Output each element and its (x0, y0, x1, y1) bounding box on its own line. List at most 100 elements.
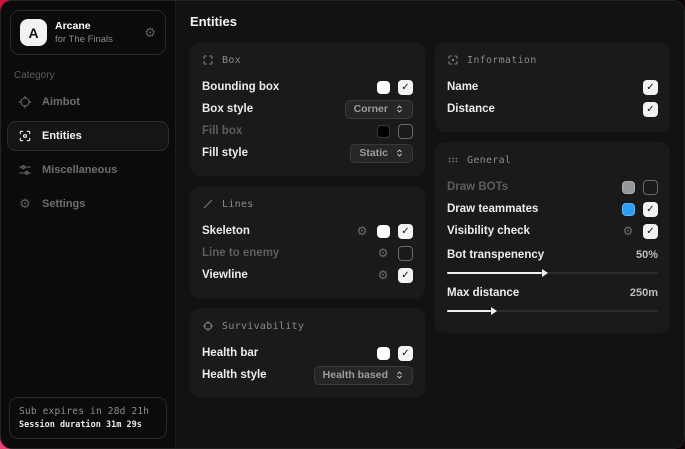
checkbox-checked[interactable]: ✓ (398, 224, 413, 239)
checkbox-checked[interactable]: ✓ (398, 268, 413, 283)
setting-row-skeleton: Skeleton ⚙ ✓ (202, 220, 413, 242)
bot-transparency-slider[interactable] (447, 272, 658, 274)
general-section-card: General Draw BOTs Draw teammates ✓ (435, 142, 670, 333)
checkbox-unchecked[interactable] (398, 246, 413, 261)
page-title: Entities (190, 14, 670, 29)
app-header-card: A Arcane for The Finals ⚙ (10, 10, 166, 55)
dropdown-value: Static (359, 147, 388, 159)
bot-transparency-slider-group: Bot transpenency 50% (447, 245, 658, 274)
skeleton-settings-gear-icon[interactable]: ⚙ (355, 225, 369, 237)
sidebar-item-label: Entities (42, 130, 82, 142)
setting-label: Health bar (202, 347, 258, 359)
app-meta: Arcane for The Finals (55, 20, 113, 45)
color-swatch[interactable] (377, 225, 390, 238)
setting-label: Draw teammates (447, 203, 538, 215)
setting-row-draw-bots: Draw BOTs (447, 176, 658, 198)
sidebar-item-label: Miscellaneous (42, 164, 117, 176)
setting-row-health-bar: Health bar ✓ (202, 342, 413, 364)
app-name: Arcane (55, 20, 113, 32)
settings-columns: Box Bounding box ✓ Box style Corn (190, 42, 670, 398)
sidebar-nav: Aimbot Entities Miscellaneous (1, 87, 175, 219)
viewline-settings-gear-icon[interactable]: ⚙ (376, 269, 390, 281)
dropdown-value: Corner (354, 103, 388, 115)
sub-expiry-text: Sub expires in 28d 21h (19, 406, 157, 417)
color-swatch[interactable] (622, 203, 635, 216)
app-logo: A (20, 19, 47, 46)
setting-label: Bounding box (202, 81, 279, 93)
slider-value: 50% (636, 249, 658, 261)
survivability-section-card: Survivability Health bar ✓ Health style (190, 308, 425, 398)
checkbox-checked[interactable]: ✓ (643, 80, 658, 95)
color-swatch[interactable] (377, 347, 390, 360)
health-style-dropdown[interactable]: Health based (314, 366, 413, 385)
setting-row-line-to-enemy: Line to enemy ⚙ (202, 242, 413, 264)
sidebar-item-settings[interactable]: ⚙ Settings (7, 189, 169, 219)
checkbox-checked[interactable]: ✓ (643, 102, 658, 117)
setting-label: Name (447, 81, 478, 93)
slider-thumb[interactable] (542, 269, 548, 277)
section-title: General (467, 155, 511, 166)
setting-label: Viewline (202, 269, 248, 281)
crosshair-icon (18, 95, 32, 109)
checkbox-unchecked[interactable] (398, 124, 413, 139)
max-distance-slider[interactable] (447, 310, 658, 312)
section-title: Box (222, 55, 241, 66)
box-section-card: Box Bounding box ✓ Box style Corn (190, 42, 425, 176)
setting-label: Distance (447, 103, 495, 115)
fill-style-dropdown[interactable]: Static (350, 144, 413, 163)
setting-row-bounding-box: Bounding box ✓ (202, 76, 413, 98)
scan-dot-icon (447, 54, 459, 66)
box-style-dropdown[interactable]: Corner (345, 100, 413, 119)
app-window: A Arcane for The Finals ⚙ Category Aimbo… (0, 0, 685, 449)
category-label: Category (14, 70, 162, 81)
sidebar: A Arcane for The Finals ⚙ Category Aimbo… (1, 1, 176, 448)
checkbox-checked[interactable]: ✓ (398, 80, 413, 95)
survivability-section-header: Survivability (202, 320, 413, 332)
setting-row-draw-teammates: Draw teammates ✓ (447, 198, 658, 220)
setting-row-visibility-check: Visibility check ⚙ ✓ (447, 220, 658, 242)
information-section-header: Information (447, 54, 658, 66)
slider-thumb[interactable] (491, 307, 497, 315)
lines-section-card: Lines Skeleton ⚙ ✓ Line to enemy ⚙ (190, 186, 425, 298)
color-swatch[interactable] (622, 181, 635, 194)
checkbox-checked[interactable]: ✓ (398, 346, 413, 361)
slider-fill (447, 272, 542, 274)
visibility-settings-gear-icon[interactable]: ⚙ (621, 225, 635, 237)
setting-label: Bot transpenency (447, 249, 544, 261)
sidebar-item-aimbot[interactable]: Aimbot (7, 87, 169, 117)
slider-value: 250m (630, 287, 658, 299)
chevrons-up-down-icon (395, 369, 404, 381)
entities-scan-icon (18, 129, 32, 143)
setting-row-fill-box: Fill box (202, 120, 413, 142)
setting-row-box-style: Box style Corner (202, 98, 413, 120)
max-distance-slider-group: Max distance 250m (447, 283, 658, 312)
main-panel: Entities Box Bounding box (176, 1, 684, 448)
color-swatch[interactable] (377, 125, 390, 138)
sidebar-item-label: Settings (42, 198, 85, 210)
left-column: Box Bounding box ✓ Box style Corn (190, 42, 425, 398)
setting-label: Health style (202, 369, 267, 381)
setting-label: Visibility check (447, 225, 530, 237)
checkbox-unchecked[interactable] (643, 180, 658, 195)
sidebar-item-miscellaneous[interactable]: Miscellaneous (7, 155, 169, 185)
setting-row-fill-style: Fill style Static (202, 142, 413, 164)
chevrons-up-down-icon (395, 103, 404, 115)
setting-label: Max distance (447, 287, 519, 299)
setting-label: Fill style (202, 147, 248, 159)
section-title: Survivability (222, 321, 304, 332)
app-subtitle: for The Finals (55, 34, 113, 45)
checkbox-checked[interactable]: ✓ (643, 224, 658, 239)
setting-row-viewline: Viewline ⚙ ✓ (202, 264, 413, 286)
color-swatch[interactable] (377, 81, 390, 94)
checkbox-checked[interactable]: ✓ (643, 202, 658, 217)
subscription-info-card: Sub expires in 28d 21h Session duration … (9, 397, 167, 439)
sidebar-item-entities[interactable]: Entities (7, 121, 169, 151)
target-icon (202, 320, 214, 332)
app-settings-gear-icon[interactable]: ⚙ (144, 26, 156, 39)
line-to-enemy-settings-gear-icon[interactable]: ⚙ (376, 247, 390, 259)
section-title: Lines (222, 199, 254, 210)
box-section-header: Box (202, 54, 413, 66)
chevrons-up-down-icon (395, 147, 404, 159)
setting-label: Skeleton (202, 225, 250, 237)
diagonal-line-icon (202, 198, 214, 210)
